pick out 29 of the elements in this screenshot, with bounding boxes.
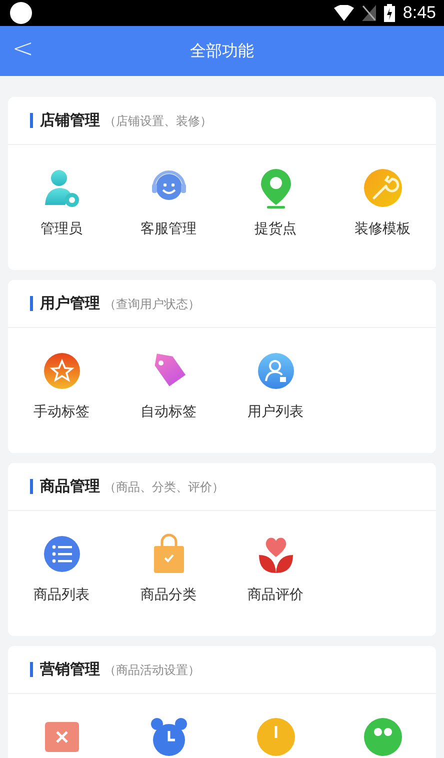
section-title: 店铺管理	[40, 110, 100, 132]
no-sim-icon	[362, 5, 376, 21]
section-subtitle: （查询用户状态）	[104, 296, 200, 312]
wifi-icon	[334, 5, 354, 21]
feature-button[interactable]: 用户列表	[222, 350, 329, 423]
page-title: 全部功能	[190, 40, 254, 62]
clock-time: 8:45	[402, 2, 436, 24]
feature-button[interactable]: 商品评价	[222, 533, 329, 606]
section-title: 用户管理	[40, 293, 100, 314]
feature-button[interactable]: 装修模板	[329, 167, 436, 240]
feature-button[interactable]: 商品列表	[8, 533, 115, 606]
section-subtitle: （商品活动设置）	[104, 662, 200, 678]
feature-button[interactable]: 提货点	[222, 167, 329, 240]
accent-bar	[30, 113, 33, 128]
accent-bar	[30, 662, 33, 677]
notification-dot-icon	[10, 2, 32, 24]
accent-bar	[30, 296, 33, 311]
section-subtitle: （商品、分类、评价）	[104, 478, 224, 496]
battery-charging-icon	[384, 4, 395, 22]
feature-button[interactable]: 手动标签	[8, 350, 115, 423]
section-subtitle: （店铺设置、装修）	[104, 112, 212, 130]
feature-button[interactable]: 客服管理	[115, 167, 222, 240]
feature-button[interactable]: 商品分类	[115, 533, 222, 606]
section-title: 营销管理	[40, 659, 100, 680]
section-title: 商品管理	[40, 476, 100, 498]
wrench-icon	[362, 167, 404, 209]
feature-button[interactable]: 自动标签	[115, 350, 222, 423]
feature-button[interactable]: 管理员	[8, 167, 115, 240]
accent-bar	[30, 479, 33, 494]
